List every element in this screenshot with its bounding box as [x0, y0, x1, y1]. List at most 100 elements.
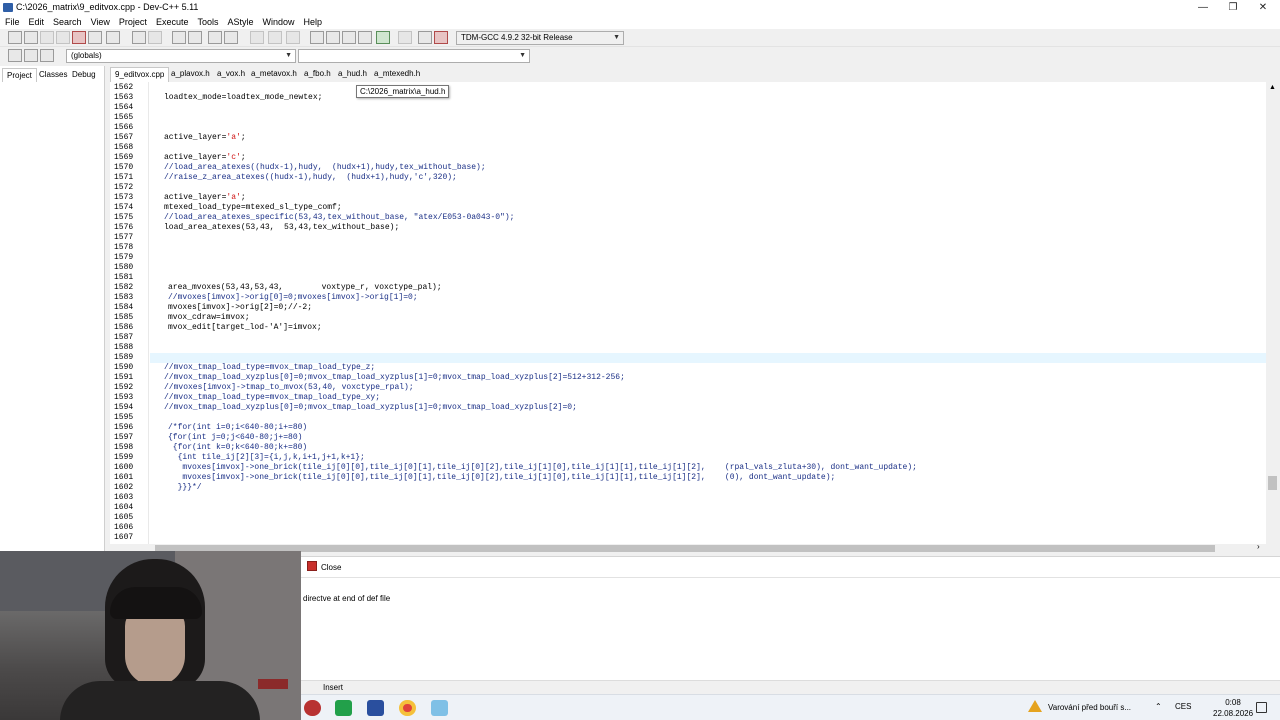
notification-icon[interactable]: [1256, 702, 1267, 713]
taskbar-devcpp-icon[interactable]: [367, 700, 384, 716]
menu-astyle[interactable]: AStyle: [222, 15, 257, 29]
profile-chart-icon[interactable]: [418, 31, 432, 44]
code-line-1567[interactable]: active_layer='a';: [164, 133, 246, 143]
new-file-icon[interactable]: [8, 31, 22, 44]
forward-icon[interactable]: [268, 31, 282, 44]
tab-a-fbo-h[interactable]: a_fbo.h: [300, 67, 335, 82]
menu-edit[interactable]: Edit: [24, 15, 49, 29]
code-line-1583[interactable]: //mvoxes[imvox]->orig[0]=0;mvoxes[imvox]…: [168, 293, 418, 303]
print-icon[interactable]: [106, 31, 120, 44]
undo-icon[interactable]: [132, 31, 146, 44]
code-line-1597[interactable]: {for(int j=0;j<640-80;j+=80): [168, 433, 302, 443]
code-line-1582[interactable]: area_mvoxes(53,43,53,43, voxtype_r, voxc…: [168, 283, 442, 293]
taskbar-window-icon[interactable]: [431, 700, 448, 716]
line-number: 1589: [114, 353, 134, 362]
goto-line-icon[interactable]: [208, 31, 222, 44]
code-line-1570[interactable]: //load_area_atexes((hudx-1),hudy, (hudx+…: [164, 163, 486, 173]
horizontal-scroll-thumb[interactable]: [155, 545, 1215, 552]
maximize-button[interactable]: ❐: [1218, 0, 1248, 15]
stop-execution-icon[interactable]: [398, 31, 412, 44]
code-line-1585[interactable]: mvox_cdraw=imvox;: [168, 313, 250, 323]
menu-window[interactable]: Window: [258, 15, 299, 29]
code-line-1586[interactable]: mvox_edit[target_lod-'A']=imvox;: [168, 323, 322, 333]
code-line-1594[interactable]: //mvox_tmap_load_xyzplus[0]=0;mvox_tmap_…: [164, 403, 577, 413]
close-window-button[interactable]: ✕: [1248, 0, 1278, 15]
code-line-1596[interactable]: /*for(int i=0;i<640-80;i+=80): [168, 423, 307, 433]
minimize-button[interactable]: —: [1188, 0, 1218, 15]
weather-widget[interactable]: Varování před bouří s...: [1028, 699, 1131, 717]
code-line-1575[interactable]: //load_area_atexes_specific(53,43,tex_wi…: [164, 213, 514, 223]
menu-tools[interactable]: Tools: [192, 15, 222, 29]
chevron-up-icon[interactable]: ⌃: [1155, 702, 1162, 711]
redo-icon[interactable]: [148, 31, 162, 44]
code-line-1602[interactable]: }}}*/: [168, 483, 202, 493]
code-line-1593[interactable]: //mvox_tmap_load_type=mvox_tmap_load_typ…: [164, 393, 380, 403]
menu-view[interactable]: View: [86, 15, 114, 29]
tab-project[interactable]: Project: [2, 68, 37, 82]
tab-a-metavox-h[interactable]: a_metavox.h: [247, 67, 301, 82]
code-line-1600[interactable]: mvoxes[imvox]->one_brick(tile_ij[0][0],t…: [168, 463, 917, 473]
language-indicator[interactable]: CES: [1175, 702, 1191, 711]
code-line-1599[interactable]: {int tile_ij[2][3]={i,j,k,i+1,j+1,k+1};: [168, 453, 365, 463]
function-select[interactable]: ▼: [298, 49, 530, 63]
menu-help[interactable]: Help: [299, 15, 327, 29]
menu-project[interactable]: Project: [114, 15, 151, 29]
scroll-right-icon[interactable]: ›: [1257, 542, 1260, 551]
taskbar-clock[interactable]: 0:08 22.08.2026: [1213, 697, 1253, 719]
compiler-message[interactable]: directve at end of def file: [303, 594, 390, 603]
code-line-1584[interactable]: mvoxes[imvox]->orig[2]=0;//-2;: [168, 303, 312, 313]
close-panel-button[interactable]: Close: [307, 561, 341, 573]
find-icon[interactable]: [172, 31, 186, 44]
status-bar: Insert: [301, 680, 1280, 694]
tab-debug[interactable]: Debug: [68, 68, 100, 82]
menu-search[interactable]: Search: [48, 15, 86, 29]
replace-icon[interactable]: [188, 31, 202, 44]
compile-run-icon[interactable]: [342, 31, 356, 44]
tab-a-mtexedh-h[interactable]: a_mtexedh.h: [370, 67, 424, 82]
code-line-1601[interactable]: mvoxes[imvox]->one_brick(tile_ij[0][0],t…: [168, 473, 835, 483]
taskbar-chrome-icon[interactable]: [399, 700, 416, 716]
syntax-check-icon[interactable]: [376, 31, 390, 44]
menu-file[interactable]: File: [0, 15, 24, 29]
code-line-1569[interactable]: active_layer='c';: [164, 153, 246, 163]
compiler-select[interactable]: TDM-GCC 4.9.2 32-bit Release ▼: [456, 31, 624, 45]
code-editor[interactable]: 1562 1563 1564 1565 1566 1567 1568 1569 1570 1571…: [110, 82, 1267, 544]
tab-9-editvox-cpp[interactable]: 9_editvox.cpp: [110, 67, 170, 82]
run-icon[interactable]: [326, 31, 340, 44]
debug-icon[interactable]: [434, 31, 448, 44]
tab-classes[interactable]: Classes: [35, 68, 71, 82]
code-line-1573[interactable]: active_layer='a';: [164, 193, 246, 203]
tab-a-plavox-h[interactable]: a_plavox.h: [167, 67, 214, 82]
scroll-up-icon[interactable]: ▲: [1269, 84, 1276, 91]
compile-icon[interactable]: [310, 31, 324, 44]
vertical-scrollbar[interactable]: ▲: [1266, 82, 1280, 544]
code-line-1592[interactable]: //mvoxes[imvox]->tmap_to_mvox(53,40, vox…: [164, 383, 414, 393]
open-file-icon[interactable]: [24, 31, 38, 44]
save-all-icon[interactable]: [56, 31, 70, 44]
close-all-icon[interactable]: [88, 31, 102, 44]
code-line-1571[interactable]: //raise_z_area_atexes((hudx-1),hudy, (hu…: [164, 173, 457, 183]
toggle-bookmark-icon[interactable]: [286, 31, 300, 44]
tab-a-vox-h[interactable]: a_vox.h: [213, 67, 249, 82]
code-line-1563[interactable]: loadtex_mode=loadtex_mode_newtex;: [164, 93, 322, 103]
insert-icon[interactable]: [8, 49, 22, 62]
code-line-1574[interactable]: mtexed_load_type=mtexed_sl_type_comf;: [164, 203, 342, 213]
vertical-scroll-thumb[interactable]: [1268, 476, 1277, 490]
taskbar-obs-icon[interactable]: [304, 700, 321, 716]
code-line-1591[interactable]: //mvox_tmap_load_xyzplus[0]=0;mvox_tmap_…: [164, 373, 625, 383]
tab-a-hud-h[interactable]: a_hud.h: [334, 67, 371, 82]
goto-icon[interactable]: [40, 49, 54, 62]
save-icon[interactable]: [40, 31, 54, 44]
code-line-1576[interactable]: load_area_atexes(53,43, 53,43,tex_withou…: [164, 223, 399, 233]
rebuild-all-icon[interactable]: [358, 31, 372, 44]
menu-execute[interactable]: Execute: [151, 15, 193, 29]
scope-select[interactable]: (globals) ▼: [66, 49, 296, 63]
line-number: 1591: [114, 373, 134, 382]
toggle-comment-icon[interactable]: [24, 49, 38, 62]
bookmark-icon[interactable]: [224, 31, 238, 44]
close-file-icon[interactable]: [72, 31, 86, 44]
back-icon[interactable]: [250, 31, 264, 44]
code-line-1598[interactable]: {for(int k=0;k<640-80;k+=80): [168, 443, 307, 453]
code-line-1590[interactable]: //mvox_tmap_load_type=mvox_tmap_load_typ…: [164, 363, 375, 373]
taskbar-app-icon[interactable]: [335, 700, 352, 716]
